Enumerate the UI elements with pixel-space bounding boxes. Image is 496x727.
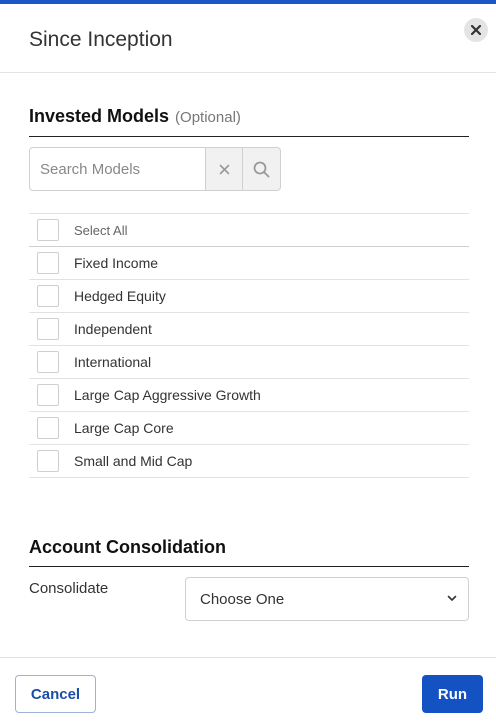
section-divider: [29, 136, 469, 137]
chevron-down-icon: [447, 595, 457, 601]
invested-models-title: Invested Models: [29, 106, 170, 126]
clear-icon: [219, 164, 229, 174]
dialog-header: Since Inception: [0, 4, 496, 73]
list-item[interactable]: International: [29, 346, 469, 379]
section-divider: [29, 566, 469, 567]
model-checkbox[interactable]: [37, 450, 59, 472]
select-all-label: Select All: [74, 222, 128, 238]
consolidate-select[interactable]: Choose One: [185, 577, 469, 621]
model-checkbox[interactable]: [37, 417, 59, 439]
model-checkbox[interactable]: [37, 285, 59, 307]
dialog-footer: Cancel Run: [0, 657, 496, 727]
model-checkbox[interactable]: [37, 351, 59, 373]
account-consolidation-heading: Account Consolidation: [29, 537, 226, 557]
consolidate-label: Consolidate: [29, 580, 109, 597]
list-item[interactable]: Independent: [29, 313, 469, 346]
search-button[interactable]: [243, 147, 281, 191]
select-all-row[interactable]: Select All: [29, 214, 469, 247]
model-label: Hedged Equity: [74, 288, 166, 304]
model-checkbox[interactable]: [37, 318, 59, 340]
model-label: Large Cap Core: [74, 420, 174, 436]
list-item[interactable]: Fixed Income: [29, 247, 469, 280]
list-item[interactable]: Large Cap Aggressive Growth: [29, 379, 469, 412]
list-item[interactable]: Hedged Equity: [29, 280, 469, 313]
model-label: Large Cap Aggressive Growth: [74, 387, 261, 403]
search-icon: [253, 161, 270, 177]
optional-label: (Optional): [175, 109, 241, 126]
model-label: Fixed Income: [74, 255, 159, 271]
invested-models-heading: Invested Models (Optional): [29, 106, 241, 127]
clear-search-button[interactable]: [205, 147, 243, 191]
model-label: Independent: [74, 321, 152, 337]
consolidate-select-value: Choose One: [200, 590, 285, 608]
model-label: International: [74, 354, 152, 370]
model-search: [29, 147, 282, 191]
model-label: Small and Mid Cap: [74, 453, 193, 469]
model-list: Select All Fixed Income Hedged Equity In…: [29, 213, 469, 478]
model-checkbox[interactable]: [37, 384, 59, 406]
close-button[interactable]: [464, 18, 488, 42]
close-icon: [471, 25, 481, 35]
select-all-checkbox[interactable]: [37, 219, 59, 241]
run-button[interactable]: Run: [422, 675, 483, 713]
list-item[interactable]: Small and Mid Cap: [29, 445, 469, 478]
cancel-button[interactable]: Cancel: [15, 675, 96, 713]
list-item[interactable]: Large Cap Core: [29, 412, 469, 445]
model-checkbox[interactable]: [37, 252, 59, 274]
dialog-title: Since Inception: [29, 28, 173, 51]
search-input[interactable]: [29, 147, 205, 191]
